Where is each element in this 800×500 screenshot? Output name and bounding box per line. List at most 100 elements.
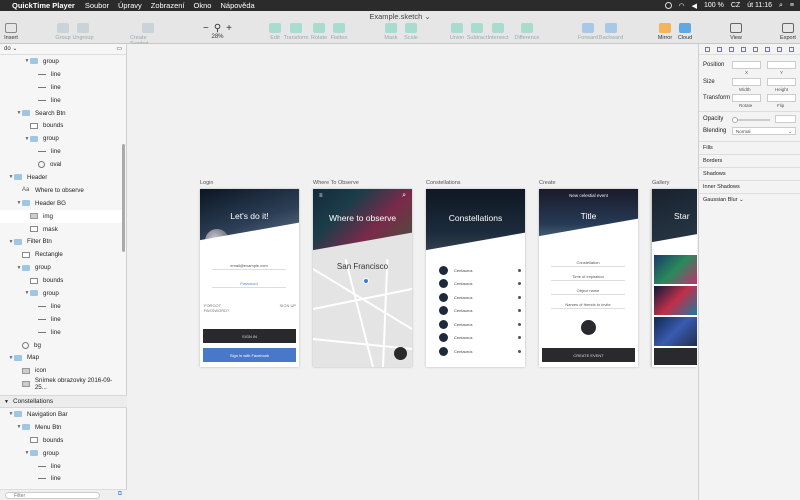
record-icon[interactable] [664,2,672,9]
artboard-label-gallery[interactable]: Gallery [652,180,669,186]
export-button[interactable]: Export [771,23,800,41]
insert-button[interactable]: Insert [0,23,28,41]
layer-where-to-observe[interactable]: Aa Where to observe [0,184,122,197]
app-menu[interactable]: QuickTime Player [12,1,75,10]
layer-group[interactable]: ▼ group [0,447,122,460]
flip-control[interactable] [767,94,796,102]
position-x-input[interactable] [732,61,761,69]
constellation-row[interactable]: Centaurus [431,279,521,289]
zoom-out-icon[interactable]: − [203,24,209,34]
distribute-v-icon[interactable] [788,46,794,52]
filter-options-icon[interactable]: ⧉ [118,491,122,498]
layer-group[interactable]: ▼ group [0,287,122,300]
layer-line[interactable]: line [0,460,122,473]
cloud-button[interactable]: Cloud [668,23,702,41]
layer-header-bg[interactable]: ▼ Header BG [0,197,122,210]
collapse-icon[interactable]: ▭ [116,44,122,55]
layers-scrollbar[interactable] [122,144,125,252]
layer-sn-mek-obrazovky-2016-09-25[interactable]: Snímek obrazovky 2016-09-25... [0,377,122,391]
menu-window[interactable]: Okno [194,1,212,10]
artboard-create[interactable]: New celestial event Title Constellation … [539,189,638,367]
constellation-field[interactable]: Constellation [551,258,625,267]
shadows-section[interactable]: Shadows [699,167,800,179]
constellation-row[interactable]: Centaurus [431,265,521,275]
camera-button[interactable] [581,320,596,335]
layer-mask[interactable]: mask [0,223,122,236]
align-middle-icon[interactable] [752,46,758,52]
layer-navigation-bar[interactable]: ▼ Navigation Bar [0,408,122,421]
gallery-photo-1[interactable] [654,255,697,284]
align-right-icon[interactable] [729,46,735,52]
align-left-icon[interactable] [705,46,711,52]
menu-file[interactable]: Soubor [85,1,109,10]
layer-line[interactable]: line [0,94,122,107]
layer-map[interactable]: ▼ Map [0,351,122,364]
layer-bounds[interactable]: bounds [0,274,122,287]
password-field[interactable]: Password [212,279,286,288]
gallery-photo-2[interactable] [654,286,697,315]
blending-select[interactable]: Normal ⌄ [732,127,796,135]
constellation-row[interactable]: Centaurus [431,346,521,356]
opacity-input[interactable] [775,115,796,123]
constellation-row[interactable]: Centaurus [431,292,521,302]
artboard-label-create[interactable]: Create [539,180,556,186]
filter-fab[interactable] [394,347,407,360]
artboard-gallery[interactable]: Star [652,189,697,367]
layer-icon[interactable]: icon [0,364,122,377]
battery-label[interactable]: 100 % [704,2,724,9]
search-icon[interactable]: ⌕ [779,2,783,10]
page-selector[interactable]: do ⌄ ▭ [0,44,126,55]
fills-section[interactable]: Fills [699,141,800,153]
layer-line[interactable]: line [0,472,122,485]
position-y-input[interactable] [767,61,796,69]
opacity-slider[interactable] [732,117,770,123]
scale-button[interactable]: Scale [394,23,428,41]
flatten-button[interactable]: Flatten [322,23,356,41]
layer-group[interactable]: ▼ group [0,132,122,145]
time-field[interactable]: Time of expiration [551,272,625,281]
artboard-label-where[interactable]: Where To Observe [313,180,359,186]
forgot-password-link[interactable]: FORGOT PASSWORD? [204,303,244,313]
view-button[interactable]: View [719,23,753,41]
clock-label[interactable]: út 11:16 [747,2,772,9]
align-center-icon[interactable] [717,46,723,52]
gallery-photo-3[interactable] [654,317,697,346]
zoom-control[interactable]: − ⚲ + 28% [203,24,232,41]
layer-menu-btn[interactable]: ▼ Menu Btn [0,421,122,434]
artboard-login[interactable]: Let's do it! email@example.com Password … [200,189,299,367]
distribute-h-icon[interactable] [776,46,782,52]
layer-bounds[interactable]: bounds [0,434,122,447]
facebook-button[interactable]: Sign in with Facebook [203,348,296,362]
ungroup-button[interactable]: Ungroup [66,23,100,41]
layer-line[interactable]: line [0,68,122,81]
align-bottom-icon[interactable] [764,46,770,52]
constellation-row[interactable]: Centaurus [431,306,521,316]
artboard-label-constellations[interactable]: Constellations [426,180,461,186]
layer-line[interactable]: line [0,326,122,339]
layer-search-btn[interactable]: ▼ Search Btn [0,107,122,120]
layer-filter-btn[interactable]: ▼ Filter Btn [0,235,122,248]
artboard-label-login[interactable]: Login [200,180,213,186]
layer-line[interactable]: line [0,300,122,313]
create-event-button[interactable]: CREATE EVENT [542,348,635,362]
inner-shadows-section[interactable]: Inner Shadows [699,180,800,192]
layer-line[interactable]: line [0,145,122,158]
height-input[interactable] [767,78,796,86]
search-icon[interactable]: ⌕ [402,192,406,200]
menu-icon[interactable]: ≡ [319,193,323,199]
volume-icon[interactable]: ◀ [692,2,697,10]
borders-section[interactable]: Borders [699,154,800,166]
page-section-constellations[interactable]: ▼ Constellations [0,395,127,408]
email-field[interactable]: email@example.com [212,261,286,270]
difference-button[interactable]: Difference [510,23,544,41]
lang-label[interactable]: CZ [731,2,740,9]
width-input[interactable] [732,78,761,86]
location-dot[interactable] [363,278,369,284]
menu-list-icon[interactable]: ≡ [790,2,794,9]
object-name-field[interactable]: Object name [551,286,625,295]
layer-line[interactable]: line [0,313,122,326]
menu-help[interactable]: Nápověda [220,1,254,10]
layer-bg[interactable]: bg [0,339,122,352]
menu-view[interactable]: Zobrazení [151,1,185,10]
layer-line[interactable]: line [0,81,122,94]
